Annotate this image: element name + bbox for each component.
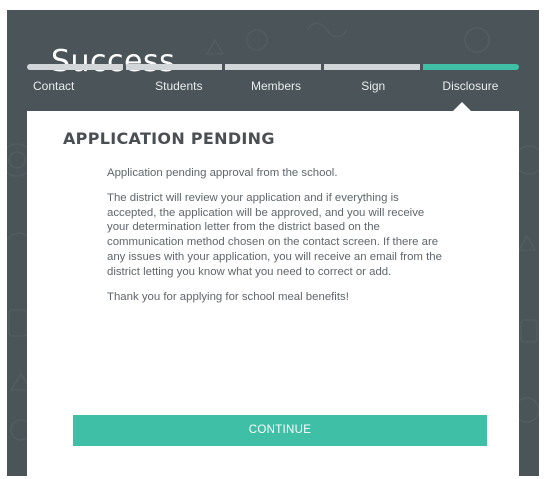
pending-message: Application pending approval from the sc… [107, 167, 338, 179]
progress-segment-contact [27, 64, 123, 70]
step-labels: Contact Students Members Sign Disclosure [27, 76, 519, 96]
progress-segment-students [126, 64, 222, 70]
progress-segment-disclosure [423, 64, 519, 70]
progress-segment-sign [324, 64, 420, 70]
card-heading: APPLICATION PENDING [63, 129, 275, 148]
step-sign[interactable]: Sign [325, 76, 422, 96]
card-body: Application pending approval from the sc… [107, 166, 449, 314]
page-title: Success [51, 44, 176, 80]
continue-button[interactable]: CONTINUE [73, 415, 487, 446]
step-disclosure[interactable]: Disclosure [422, 76, 519, 96]
app-frame: Success Contact Students Members Sign Di… [0, 0, 547, 479]
progress-bar [27, 64, 519, 70]
progress-segment-members [225, 64, 321, 70]
application-panel: Success Contact Students Members Sign Di… [7, 10, 539, 476]
active-step-pointer [453, 102, 471, 111]
status-card: APPLICATION PENDING Application pending … [27, 111, 519, 476]
step-students[interactable]: Students [130, 76, 227, 96]
step-members[interactable]: Members [227, 76, 324, 96]
review-message: The district will review your applicatio… [107, 191, 442, 278]
thank-you-message: Thank you for applying for school meal b… [107, 290, 349, 303]
step-contact[interactable]: Contact [27, 76, 130, 96]
